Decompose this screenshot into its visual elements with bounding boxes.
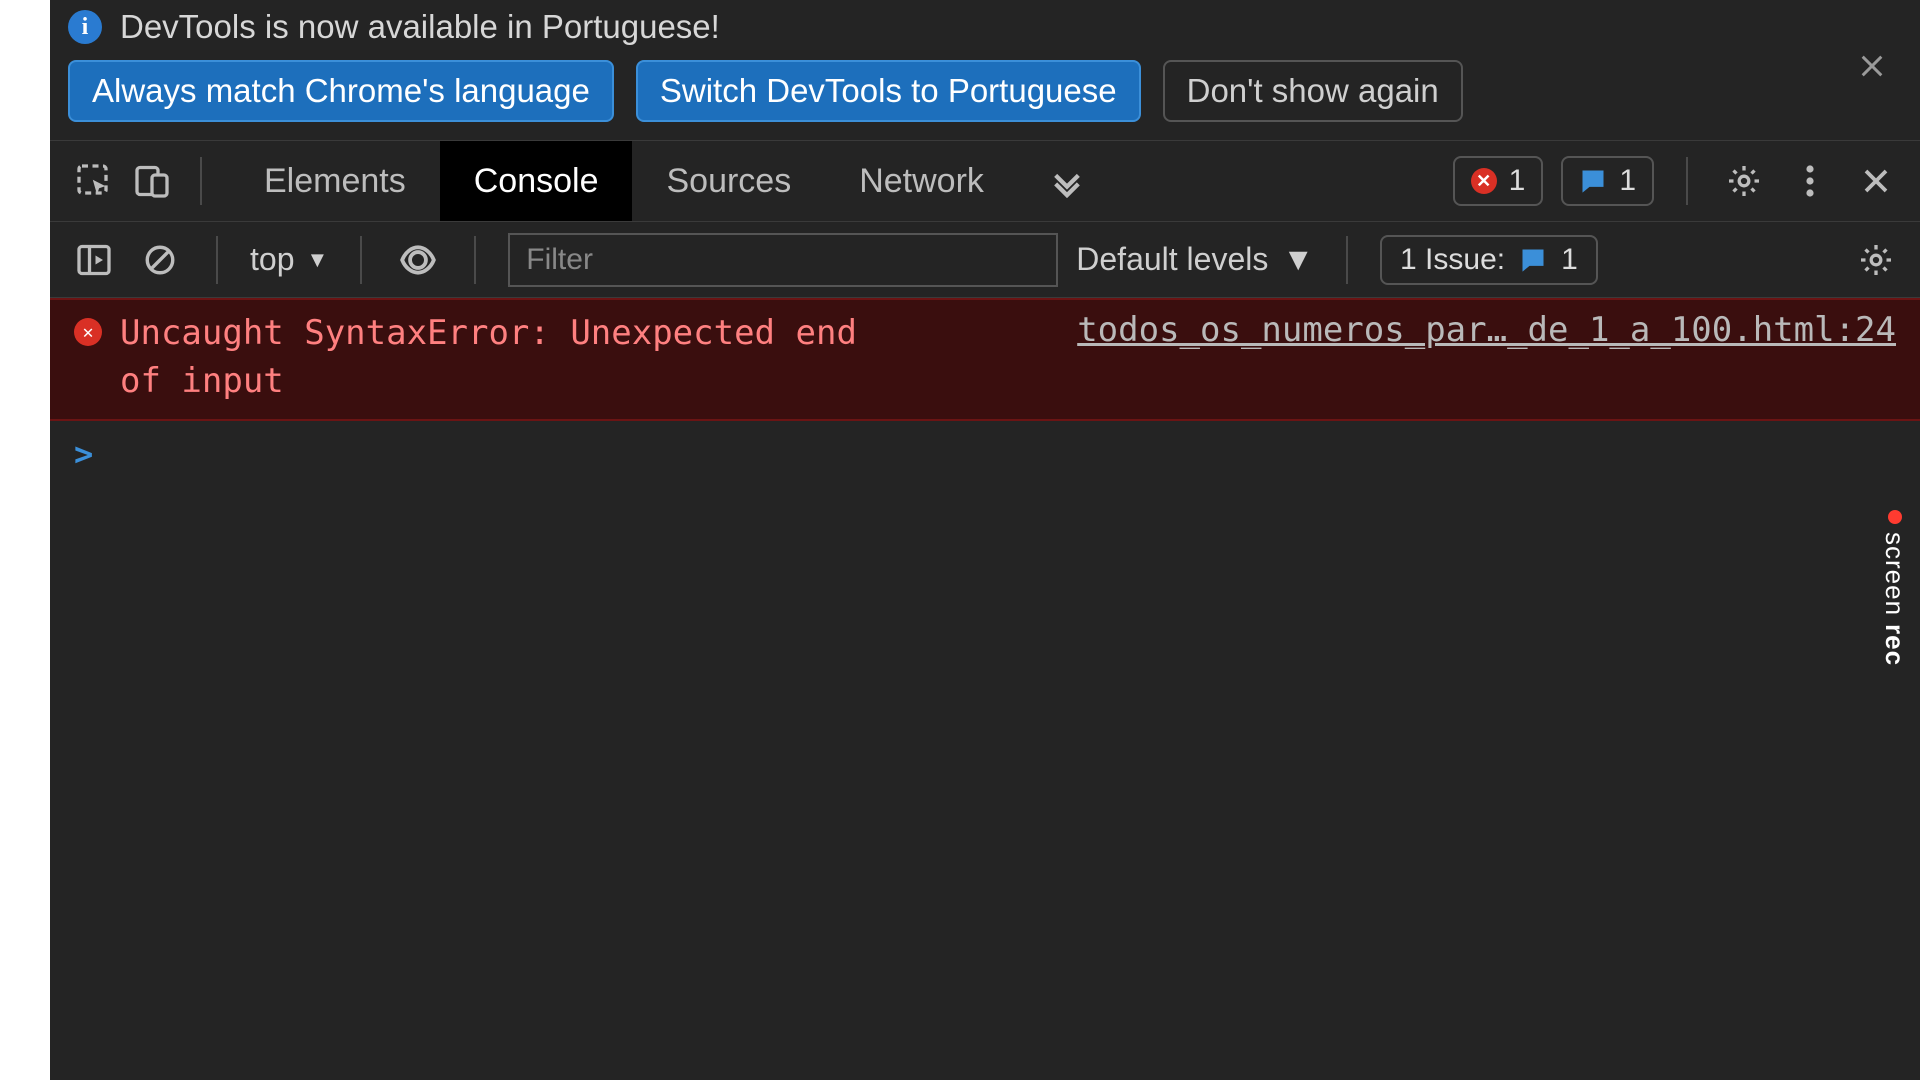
- dont-show-again-button[interactable]: Don't show again: [1163, 60, 1463, 122]
- devtools-panel: i DevTools is now available in Portugues…: [50, 0, 1920, 1080]
- switch-language-button[interactable]: Switch DevTools to Portuguese: [636, 60, 1141, 122]
- main-tabbar: Elements Console Sources Network ✕ 1 1: [50, 140, 1920, 222]
- language-infobar: i DevTools is now available in Portugues…: [50, 0, 1920, 140]
- tab-sources[interactable]: Sources: [632, 141, 825, 221]
- divider: [1686, 157, 1688, 205]
- prompt-caret-icon: >: [74, 435, 93, 473]
- dropdown-triangle-icon: ▼: [306, 247, 328, 273]
- divider: [200, 157, 202, 205]
- message-count: 1: [1619, 164, 1636, 198]
- dropdown-triangle-icon: ▼: [1282, 241, 1314, 278]
- live-expression-icon[interactable]: [394, 236, 442, 284]
- message-icon: [1519, 246, 1547, 274]
- levels-label: Default levels: [1076, 241, 1268, 278]
- device-toolbar-icon[interactable]: [128, 157, 176, 205]
- divider: [216, 236, 218, 284]
- tabs: Elements Console Sources Network: [230, 141, 1018, 221]
- context-selector[interactable]: top ▼: [250, 241, 328, 278]
- match-chrome-language-button[interactable]: Always match Chrome's language: [68, 60, 614, 122]
- screenrec-watermark: screen rec: [1879, 510, 1910, 666]
- message-count-badge[interactable]: 1: [1561, 156, 1654, 206]
- record-dot-icon: [1888, 510, 1902, 524]
- error-dot-icon: ✕: [1471, 168, 1497, 194]
- tab-elements[interactable]: Elements: [230, 141, 440, 221]
- close-devtools-button[interactable]: [1852, 157, 1900, 205]
- inspect-element-icon[interactable]: [70, 157, 118, 205]
- console-sidebar-toggle-icon[interactable]: [70, 236, 118, 284]
- tab-network[interactable]: Network: [825, 141, 1018, 221]
- console-error-row[interactable]: ✕ Uncaught SyntaxError: Unexpected end o…: [50, 298, 1920, 421]
- console-toolbar: top ▼ Default levels ▼ 1 Issue: 1: [50, 222, 1920, 298]
- settings-button[interactable]: [1720, 157, 1768, 205]
- error-source-link[interactable]: todos_os_numeros_par…_de_1_a_100.html:24: [1077, 310, 1896, 350]
- log-levels-selector[interactable]: Default levels ▼: [1076, 241, 1314, 278]
- more-options-button[interactable]: [1786, 157, 1834, 205]
- filter-input[interactable]: [508, 233, 1058, 287]
- watermark-text-b: rec: [1879, 624, 1910, 666]
- infobar-close-button[interactable]: [1858, 52, 1886, 80]
- infobar-title: DevTools is now available in Portuguese!: [120, 8, 720, 46]
- divider: [360, 236, 362, 284]
- info-icon: i: [68, 10, 102, 44]
- tabs-overflow-icon[interactable]: [1028, 164, 1106, 198]
- clear-console-icon[interactable]: [136, 236, 184, 284]
- issues-count: 1: [1561, 243, 1578, 277]
- watermark-text-a: screen: [1879, 532, 1910, 616]
- tab-console[interactable]: Console: [440, 141, 633, 221]
- context-label: top: [250, 241, 294, 278]
- divider: [474, 236, 476, 284]
- error-dot-icon: ✕: [74, 318, 102, 346]
- divider: [1346, 236, 1348, 284]
- error-count: 1: [1509, 164, 1526, 198]
- console-settings-icon[interactable]: [1852, 236, 1900, 284]
- error-message: Uncaught SyntaxError: Unexpected end of …: [120, 310, 880, 405]
- message-icon: [1579, 167, 1607, 195]
- issues-label: 1 Issue:: [1400, 243, 1505, 277]
- issues-badge[interactable]: 1 Issue: 1: [1380, 235, 1598, 285]
- error-count-badge[interactable]: ✕ 1: [1453, 156, 1544, 206]
- console-prompt[interactable]: >: [50, 421, 1920, 487]
